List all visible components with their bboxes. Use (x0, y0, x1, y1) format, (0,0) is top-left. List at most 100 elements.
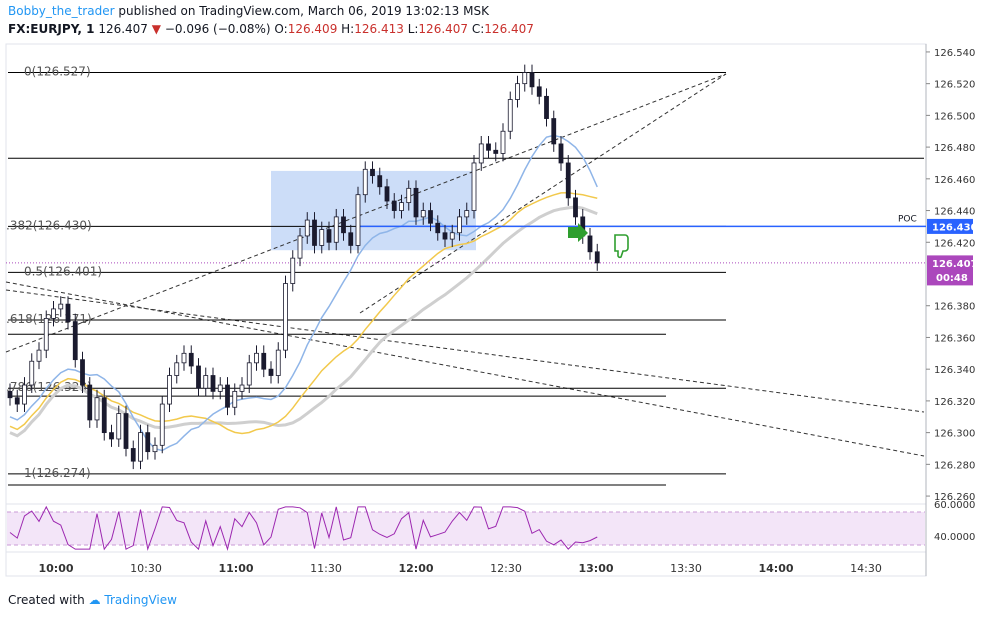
candle-body (188, 352, 194, 367)
candle-body (493, 149, 499, 154)
candle-body (101, 397, 107, 434)
candle-body (58, 303, 64, 310)
candle-body (239, 384, 245, 392)
y-tick-label: 126.280 (934, 460, 975, 471)
candle-body (246, 362, 252, 386)
candle-body (341, 216, 346, 234)
candle-body (210, 375, 216, 392)
candle-body (399, 202, 404, 211)
candle-body (36, 349, 42, 362)
candle-body (529, 72, 535, 88)
candle-body (377, 175, 383, 188)
candle-body (355, 194, 361, 246)
poc-label: POC (898, 214, 917, 224)
candle-body (507, 99, 513, 132)
x-tick-label: 11:00 (218, 562, 253, 575)
descending-line-1[interactable] (5, 281, 925, 457)
candle-body (362, 168, 368, 196)
fibonacci-levels: 0(126.527) .382(126.430) 0.5(126.401) .618(… (6, 65, 726, 480)
tradingview-logo-icon[interactable]: ☁ (89, 593, 101, 607)
candle-body (116, 413, 122, 440)
fib-level-label: 0.5(126.401) (24, 264, 102, 278)
y-tick-label: 126.320 (934, 397, 975, 408)
candle-body (544, 95, 549, 119)
candle-body (22, 384, 27, 405)
candle-body (217, 384, 223, 392)
candle-body (348, 232, 354, 246)
candle-body (326, 229, 332, 243)
x-tick-label: 10:00 (38, 562, 73, 575)
countdown-text: 00:48 (936, 273, 968, 284)
candle-body (283, 283, 288, 351)
y-tick-label: 126.300 (934, 429, 975, 440)
channel-line-upper[interactable] (5, 73, 727, 353)
candle-body (174, 362, 180, 376)
candle-body (478, 143, 484, 164)
candle-body (384, 186, 390, 202)
candle-body (254, 352, 259, 364)
x-tick-label: 13:00 (578, 562, 613, 575)
candle-body (43, 318, 49, 351)
candle-body (304, 219, 310, 237)
candle-body (449, 232, 455, 240)
candle-body (261, 352, 267, 370)
x-tick-label: 10:30 (130, 562, 162, 575)
y-tick-label: 126.360 (934, 333, 975, 344)
candle-body (500, 130, 506, 154)
candle-body (130, 448, 136, 462)
fib-level-label: 1(126.274) (24, 466, 91, 480)
candle-body (65, 303, 71, 322)
candle-body (464, 210, 470, 218)
x-tick-label: 13:30 (670, 562, 702, 575)
footer: Created with ☁ TradingView (8, 593, 177, 607)
candle-body (428, 210, 433, 224)
candle-body (80, 359, 85, 386)
candle-body (522, 72, 528, 85)
candle-body (319, 229, 325, 246)
candle-body (87, 384, 93, 421)
y-tick-label: 126.520 (934, 80, 975, 91)
candle-body (138, 432, 143, 462)
candle-body (203, 375, 209, 389)
x-tick-label: 12:00 (398, 562, 433, 575)
candle-body (7, 390, 13, 399)
candle-body (333, 216, 339, 243)
candle-body (457, 216, 462, 234)
y-tick-label: 126.440 (934, 207, 975, 218)
y-tick-label: 126.340 (934, 365, 975, 376)
thumbs-down-icon (614, 234, 629, 259)
candle-body (72, 321, 78, 361)
price-chart[interactable]: 0(126.527) .382(126.430) 0.5(126.401) .618(… (0, 0, 988, 618)
y-tick-label: 126.460 (934, 175, 975, 186)
candle-body (109, 432, 114, 440)
candle-body (558, 143, 564, 164)
x-tick-label: 14:30 (850, 562, 882, 575)
candle-body (159, 403, 165, 446)
rsi-tick-label: 60.0000 (934, 500, 975, 511)
candle-body (391, 200, 397, 211)
candle-body (167, 375, 172, 405)
y-tick-label: 126.480 (934, 143, 975, 154)
fib-level-label: .382(126.430) (6, 218, 92, 232)
tradingview-brand[interactable]: TradingView (104, 593, 177, 607)
rsi-axis: 60.0000 40.0000 (934, 500, 975, 543)
candle-body (268, 368, 274, 376)
candle-body (51, 308, 56, 319)
candle-body (406, 187, 412, 204)
candle-body (290, 257, 296, 284)
candle-body (94, 397, 100, 421)
x-tick-label: 11:30 (310, 562, 342, 575)
candle-body (565, 162, 571, 199)
candle-body (181, 352, 187, 364)
candle-body (587, 235, 593, 253)
candle-body (196, 365, 201, 389)
candle-body (536, 86, 542, 97)
y-tick-label: 126.420 (934, 238, 975, 249)
candle-body (420, 210, 426, 218)
candle-body (145, 432, 151, 453)
fib-level-label: .618(126.371) (6, 312, 92, 326)
fib-level-label: 0(126.527) (24, 65, 91, 79)
candle-body (14, 397, 20, 405)
time-axis[interactable]: 10:00 10:30 11:00 11:30 12:00 12:30 13:00 13:30… (38, 562, 881, 575)
candle-body (225, 384, 230, 408)
